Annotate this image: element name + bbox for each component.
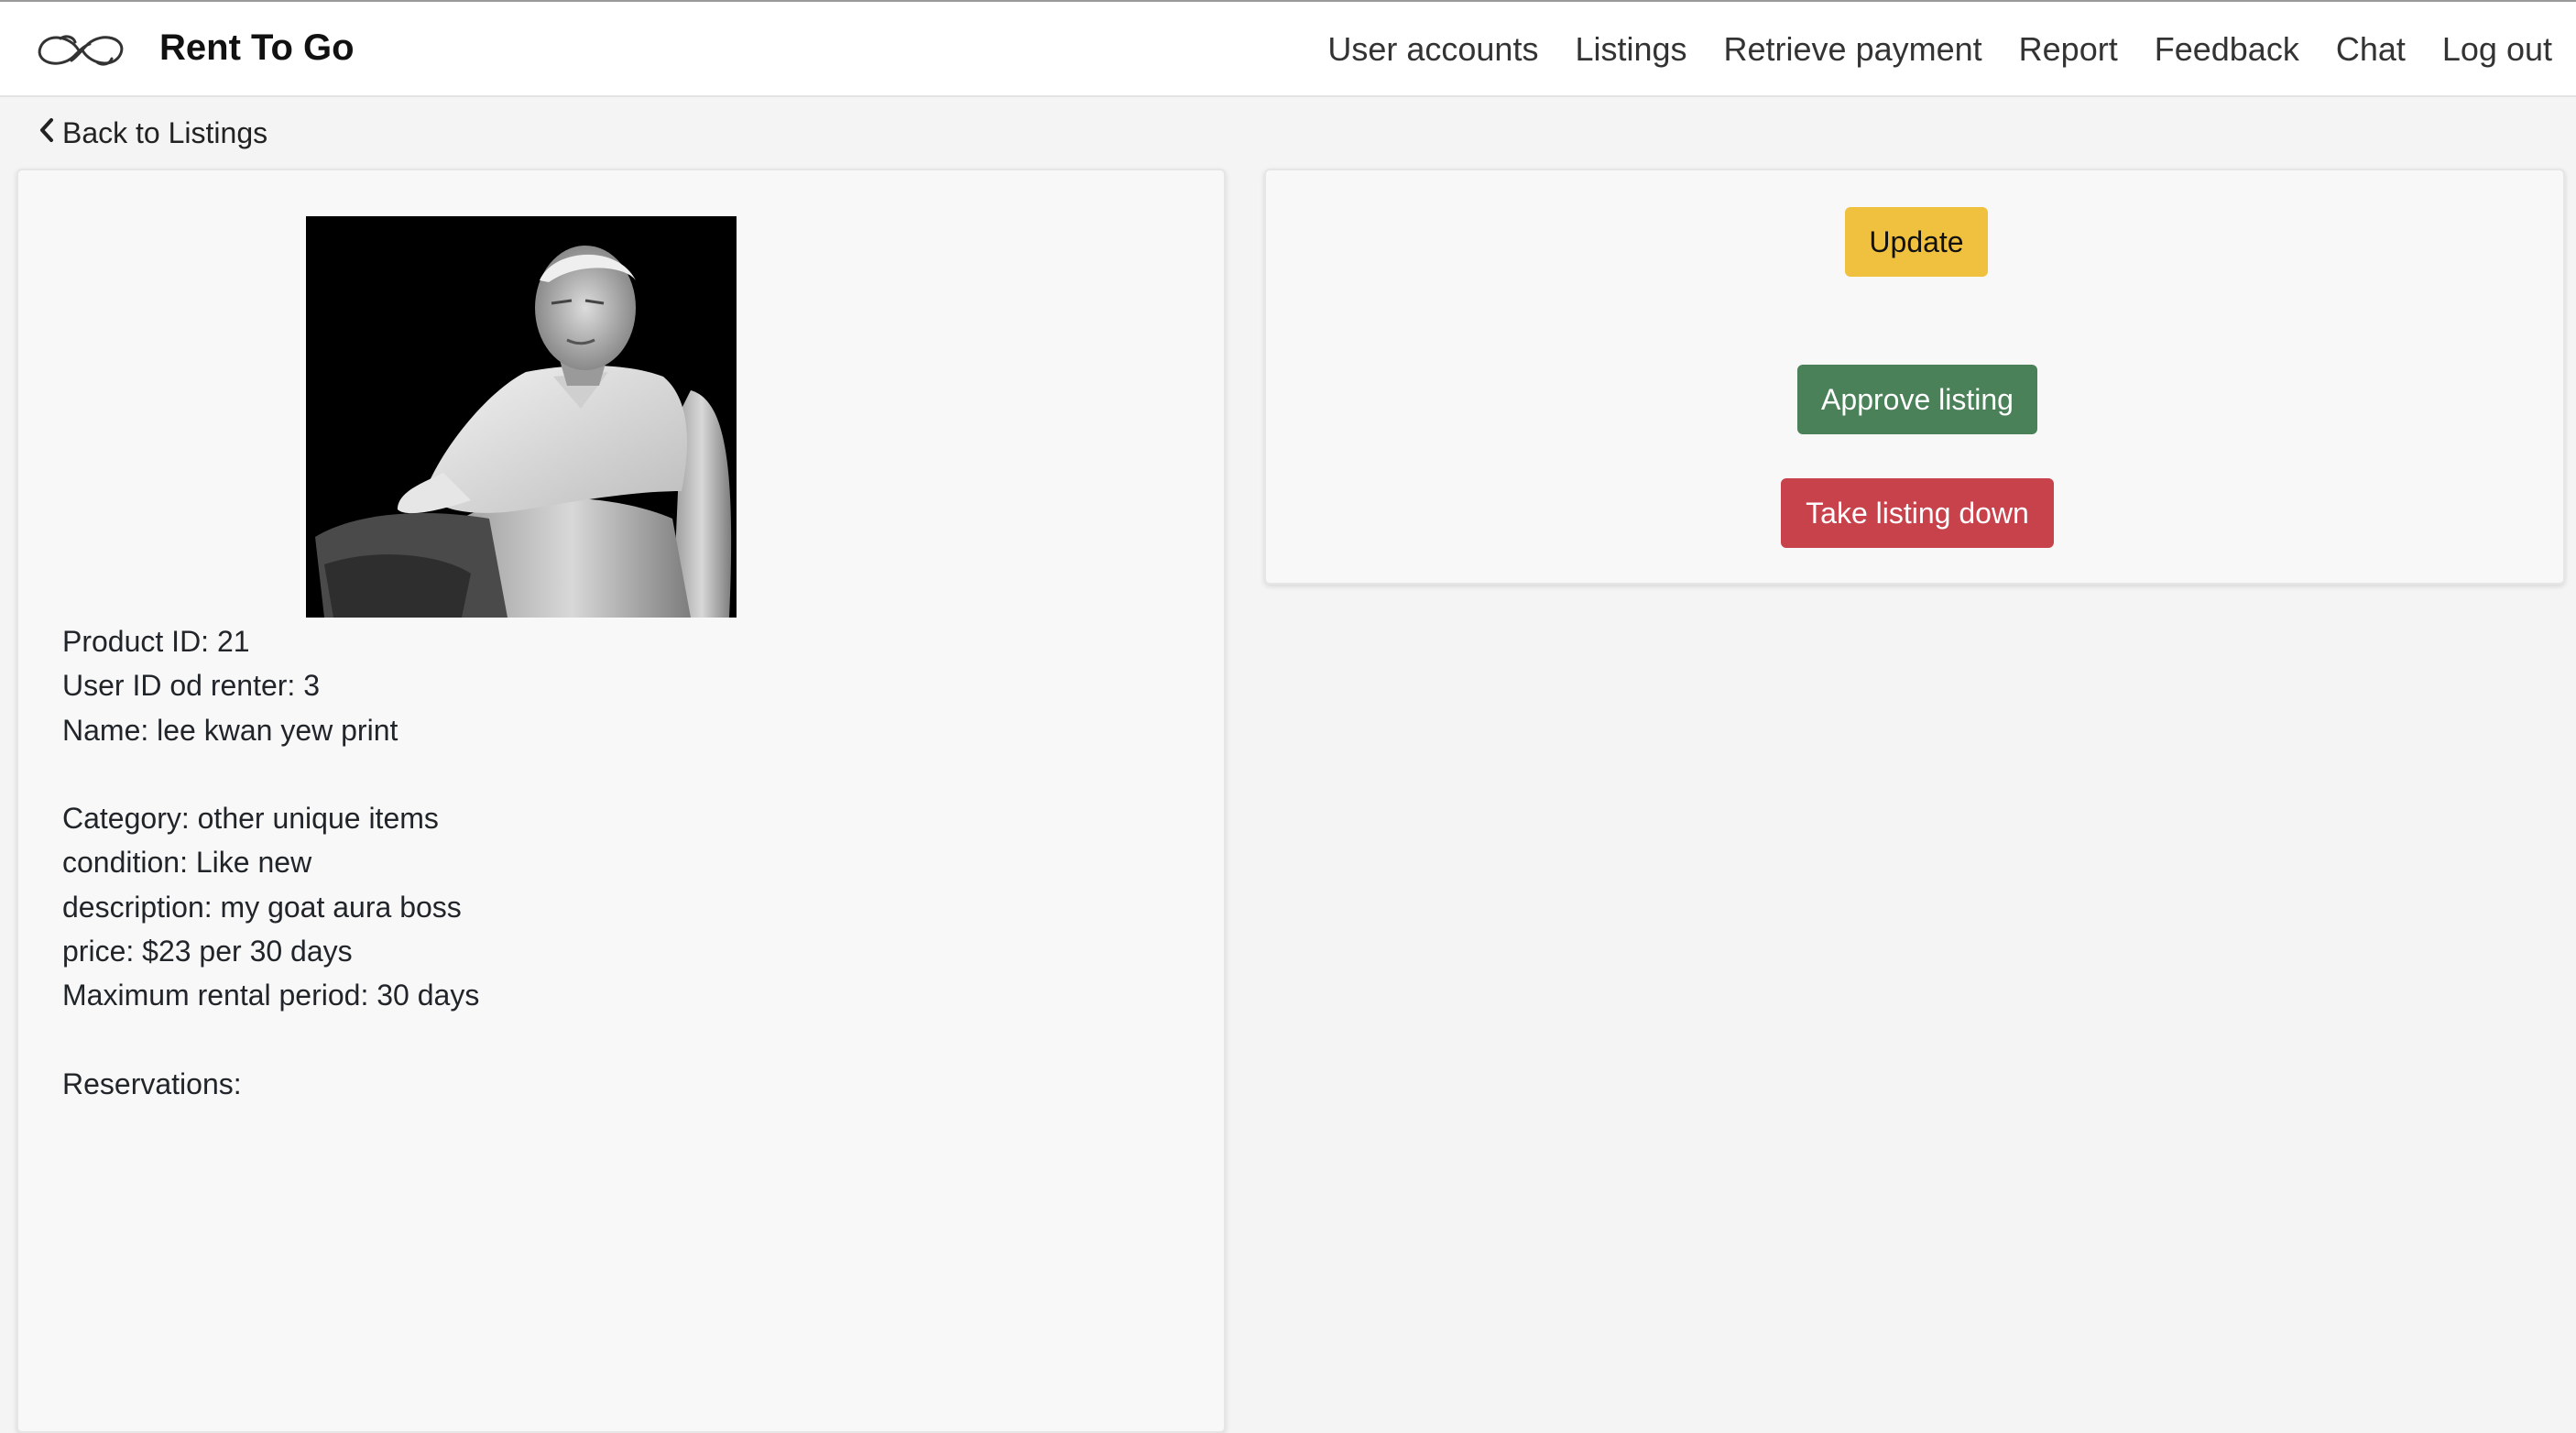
nav-retrieve-payment[interactable]: Retrieve payment	[1724, 26, 1982, 73]
listing-actions-card: Update Approve listing Take listing down	[1264, 169, 2565, 585]
product-condition: condition: Like new	[62, 846, 312, 880]
max-rental-period: Maximum rental period: 30 days	[62, 979, 480, 1012]
chevron-left-icon	[38, 112, 55, 154]
nav-listings[interactable]: Listings	[1575, 26, 1686, 73]
back-link-label: Back to Listings	[62, 116, 268, 149]
take-listing-down-button[interactable]: Take listing down	[1781, 478, 2054, 548]
nav-links: User accounts Listings Retrieve payment …	[1327, 26, 2552, 73]
product-details: Product ID: 21 User ID od renter: 3 Name…	[62, 619, 479, 1106]
update-button[interactable]: Update	[1845, 207, 1988, 277]
product-photo-icon	[306, 216, 737, 618]
product-name: Name: lee kwan yew print	[62, 713, 398, 747]
reservations-label: Reservations:	[62, 1067, 242, 1100]
nav-report[interactable]: Report	[2019, 26, 2118, 73]
back-to-listings-link[interactable]: Back to Listings	[38, 112, 267, 154]
renter-user-id: User ID od renter: 3	[62, 669, 320, 703]
nav-user-accounts[interactable]: User accounts	[1327, 26, 1538, 73]
top-navbar: Rent To Go User accounts Listings Retrie…	[0, 0, 2576, 97]
nav-chat[interactable]: Chat	[2336, 26, 2406, 73]
product-details-card: Product ID: 21 User ID od renter: 3 Name…	[16, 169, 1226, 1433]
nav-feedback[interactable]: Feedback	[2155, 26, 2299, 73]
brand-name[interactable]: Rent To Go	[159, 24, 355, 71]
product-category: Category: other unique items	[62, 802, 439, 836]
infinity-loops-logo-icon[interactable]	[33, 24, 128, 77]
product-description: description: my goat aura boss	[62, 890, 462, 924]
product-price: price: $23 per 30 days	[62, 935, 353, 968]
nav-log-out[interactable]: Log out	[2442, 26, 2552, 73]
approve-listing-button[interactable]: Approve listing	[1797, 365, 2037, 434]
product-id: Product ID: 21	[62, 625, 250, 658]
